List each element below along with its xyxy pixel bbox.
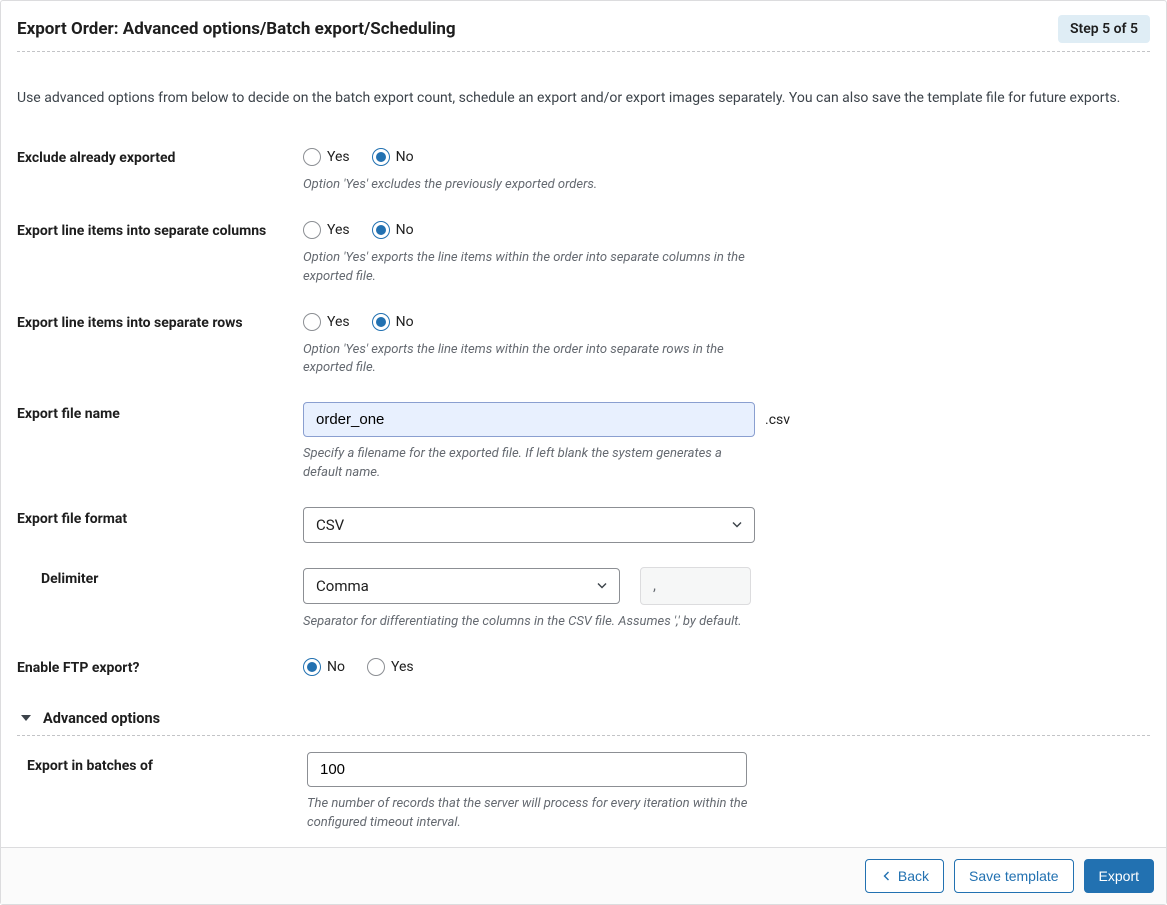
format-select[interactable]: CSV [303,507,755,543]
helper-text: The number of records that the server wi… [307,795,757,833]
helper-text: Option 'Yes' exports the line items with… [303,249,753,287]
delimiter-select[interactable]: Comma [303,568,620,604]
radio-label: No [396,222,414,238]
batch-label: Export in batches of [27,758,153,774]
page-title: Export Order: Advanced options/Batch exp… [17,19,456,39]
caret-down-icon [21,715,31,721]
radio-label: Yes [391,659,414,675]
sepcols-no-radio[interactable] [372,221,390,239]
advanced-options-toggle[interactable]: Advanced options [17,690,1150,735]
file-extension: .csv [765,412,790,428]
helper-text: Option 'Yes' excludes the previously exp… [303,176,753,195]
back-button-label: Back [898,867,929,885]
export-order-panel: Export Order: Advanced options/Batch exp… [0,0,1167,905]
seprows-no-radio[interactable] [372,313,390,331]
helper-text: Option 'Yes' exports the line items with… [303,341,753,379]
radio-label: Yes [327,314,350,330]
radio-label: No [396,314,414,330]
chevron-left-icon [880,870,892,882]
filename-input[interactable] [303,402,755,437]
sepcols-yes-radio[interactable] [303,221,321,239]
footer-bar: Back Save template Export [1,847,1166,904]
delimiter-char-readonly: , [640,567,751,605]
format-label: Export file format [17,511,127,527]
advanced-section-title: Advanced options [43,710,160,727]
seprows-label: Export line items into separate rows [17,315,243,331]
exclude-no-radio[interactable] [372,148,390,166]
radio-label: No [396,149,414,165]
ftp-label: Enable FTP export? [17,660,139,676]
seprows-yes-radio[interactable] [303,313,321,331]
radio-label: No [327,659,345,675]
helper-text: Separator for differentiating the column… [303,613,803,632]
batch-size-input[interactable] [307,752,747,787]
export-button[interactable]: Export [1084,859,1154,893]
delimiter-label: Delimiter [41,571,98,587]
save-template-label: Save template [969,867,1059,885]
ftp-no-radio[interactable] [303,658,321,676]
sepcols-label: Export line items into separate columns [17,223,266,239]
filename-label: Export file name [17,406,120,422]
radio-label: Yes [327,149,350,165]
ftp-yes-radio[interactable] [367,658,385,676]
export-button-label: Export [1099,867,1139,885]
step-badge: Step 5 of 5 [1058,15,1150,43]
save-template-button[interactable]: Save template [954,859,1074,893]
panel-header: Export Order: Advanced options/Batch exp… [1,1,1166,51]
back-button[interactable]: Back [865,859,944,893]
radio-label: Yes [327,222,350,238]
intro-text: Use advanced options from below to decid… [1,52,1166,134]
exclude-yes-radio[interactable] [303,148,321,166]
exclude-label: Exclude already exported [17,150,175,166]
helper-text: Specify a filename for the exported file… [303,445,753,483]
